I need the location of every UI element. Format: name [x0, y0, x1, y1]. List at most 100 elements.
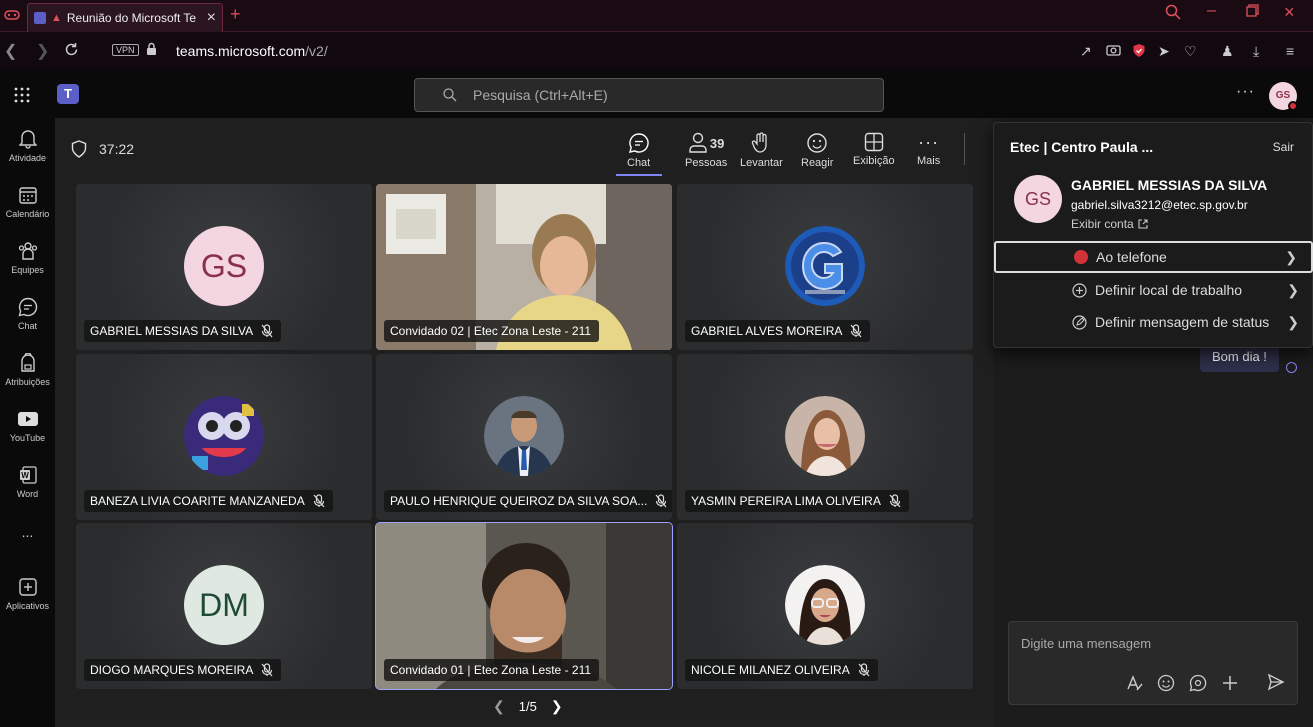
rail-item-teams[interactable]: Equipes: [0, 240, 55, 275]
work-location-menu-item[interactable]: Definir local de trabalho ❯: [994, 274, 1313, 306]
send-icon[interactable]: ➤: [1158, 43, 1170, 60]
chevron-right-icon: ❯: [1285, 248, 1297, 265]
profile-popover: Etec | Centro Paula ... Sair GS GABRIEL …: [993, 122, 1313, 348]
profile-avatar[interactable]: GS: [1014, 175, 1062, 223]
view-account-link[interactable]: Exibir conta: [1071, 217, 1148, 231]
participant-nametag: DIOGO MARQUES MOREIRA: [84, 659, 282, 681]
more-button[interactable]: ··· Mais: [917, 132, 940, 167]
status-message-menu-item[interactable]: Definir mensagem de status ❯: [994, 306, 1313, 338]
participant-nametag: BANEZA LIVIA COARITE MANZANEDA: [84, 490, 333, 512]
minimize-button[interactable]: –: [1207, 2, 1216, 20]
settings-more-icon[interactable]: ···: [1236, 83, 1255, 101]
send-icon[interactable]: [1267, 673, 1285, 691]
speaker-icon[interactable]: ▲: [51, 12, 62, 24]
vpn-badge[interactable]: VPN: [112, 44, 139, 56]
smiley-icon: [806, 132, 828, 154]
format-icon[interactable]: [1125, 674, 1143, 692]
camera-icon[interactable]: [1106, 43, 1121, 56]
lock-icon[interactable]: [146, 42, 157, 56]
shield-adblock-icon[interactable]: [1132, 43, 1146, 58]
rail-item-youtube[interactable]: YouTube: [0, 408, 55, 443]
add-location-icon: [1072, 282, 1087, 298]
view-label: Exibição: [853, 155, 895, 167]
participant-photo: [785, 396, 865, 476]
emoji-icon[interactable]: [1157, 674, 1175, 692]
loop-icon[interactable]: [1189, 674, 1207, 692]
gx-logo-icon[interactable]: [4, 8, 20, 22]
rail-item-calendar[interactable]: Calendário: [0, 184, 55, 219]
rail-more-button[interactable]: ...: [0, 524, 55, 540]
react-label: Reagir: [801, 157, 834, 169]
teams-favicon-icon: [34, 12, 46, 24]
participant-photo: [184, 396, 264, 476]
rail-label: Word: [16, 489, 39, 499]
rail-item-word[interactable]: W Word: [0, 464, 55, 499]
close-tab-icon[interactable]: ×: [207, 9, 216, 27]
message-composer[interactable]: Digite uma mensagem: [1008, 621, 1298, 705]
browser-search-icon[interactable]: [1165, 4, 1181, 20]
restore-button[interactable]: [1246, 4, 1259, 17]
search-icon: [443, 88, 457, 102]
profile-icon[interactable]: ♟: [1221, 43, 1234, 60]
grid-view-icon: [864, 132, 884, 152]
new-tab-button[interactable]: +: [230, 4, 241, 25]
participant-tile[interactable]: YASMIN PEREIRA LIMA OLIVEIRA: [677, 354, 973, 520]
prev-page-icon[interactable]: ❮: [493, 698, 505, 715]
browser-tab[interactable]: ▲ Reunião do Microsoft Te ×: [27, 3, 223, 32]
chat-button[interactable]: Chat: [615, 132, 663, 176]
toolbar-divider: [964, 133, 965, 165]
app-launcher-icon[interactable]: [14, 87, 30, 103]
participant-tile[interactable]: NICOLE MILANEZ OLIVEIRA: [677, 523, 973, 689]
participant-tile[interactable]: Convidado 02 | Etec Zona Leste - 211: [376, 184, 672, 350]
participant-tile[interactable]: BANEZA LIVIA COARITE MANZANEDA: [76, 354, 372, 520]
raise-hand-button[interactable]: Levantar: [740, 132, 783, 169]
download-icon[interactable]: ⤓: [1253, 43, 1259, 60]
mic-muted-icon: [313, 494, 325, 508]
next-page-icon[interactable]: ❯: [551, 698, 563, 715]
seen-receipt-icon: [1286, 362, 1297, 373]
participant-tile[interactable]: GABRIEL ALVES MOREIRA: [677, 184, 973, 350]
sign-out-link[interactable]: Sair: [1273, 140, 1294, 154]
share-icon[interactable]: ↗: [1080, 43, 1092, 60]
status-busy-dot: [1288, 101, 1298, 111]
status-menu-item[interactable]: Ao telefone ❯: [994, 241, 1313, 273]
participant-tile-speaking[interactable]: Convidado 01 | Etec Zona Leste - 211: [375, 522, 673, 690]
rail-item-chat[interactable]: Chat: [0, 296, 55, 331]
view-button[interactable]: Exibição: [853, 132, 895, 167]
teams-logo-icon: T: [57, 84, 79, 104]
rail-item-apps[interactable]: Aplicativos: [0, 576, 55, 611]
menu-icon[interactable]: ≡: [1286, 43, 1294, 59]
participant-nametag: PAULO HENRIQUE QUEIROZ DA SILVA SOA...: [384, 490, 672, 512]
participant-nametag: GABRIEL ALVES MOREIRA: [685, 320, 871, 342]
participant-photo: [484, 396, 564, 476]
status-message-label: Definir mensagem de status: [1095, 314, 1270, 330]
participant-tile[interactable]: DM DIOGO MARQUES MOREIRA: [76, 523, 372, 689]
participant-tile[interactable]: PAULO HENRIQUE QUEIROZ DA SILVA SOA...: [376, 354, 672, 520]
avatar-initials: GS: [1275, 90, 1291, 101]
rail-item-activity[interactable]: Atividade: [0, 128, 55, 163]
participant-tile[interactable]: GS GABRIEL MESSIAS DA SILVA: [76, 184, 372, 350]
close-window-button[interactable]: ×: [1284, 2, 1295, 23]
reload-icon[interactable]: [64, 42, 79, 57]
mic-muted-icon: [889, 494, 901, 508]
attach-plus-icon[interactable]: [1221, 674, 1239, 692]
react-button[interactable]: Reagir: [801, 132, 833, 169]
participant-nametag: Convidado 01 | Etec Zona Leste - 211: [384, 659, 600, 681]
heart-icon[interactable]: ♡: [1184, 43, 1197, 60]
participant-nametag: NICOLE MILANEZ OLIVEIRA: [685, 659, 878, 681]
backpack-icon: [17, 352, 39, 374]
user-avatar-button[interactable]: GS: [1269, 82, 1298, 111]
status-label: Ao telefone: [1096, 249, 1167, 265]
hand-icon: [751, 132, 771, 154]
rail-item-assignments[interactable]: Atribuições: [0, 352, 55, 387]
search-input[interactable]: Pesquisa (Ctrl+Alt+E): [414, 78, 884, 112]
url-field[interactable]: teams.microsoft.com/v2/: [176, 43, 328, 59]
back-icon[interactable]: ❮: [4, 41, 17, 61]
forward-icon[interactable]: ❯: [36, 41, 49, 61]
people-button[interactable]: 39 Pessoas: [685, 132, 727, 169]
participant-avatar: DM: [184, 565, 264, 645]
participant-photo: [785, 226, 865, 306]
more-dots-icon: ···: [918, 132, 940, 152]
people-count-group: 39: [688, 132, 724, 154]
gallery-pager: ❮ 1/5 ❯: [493, 698, 563, 715]
